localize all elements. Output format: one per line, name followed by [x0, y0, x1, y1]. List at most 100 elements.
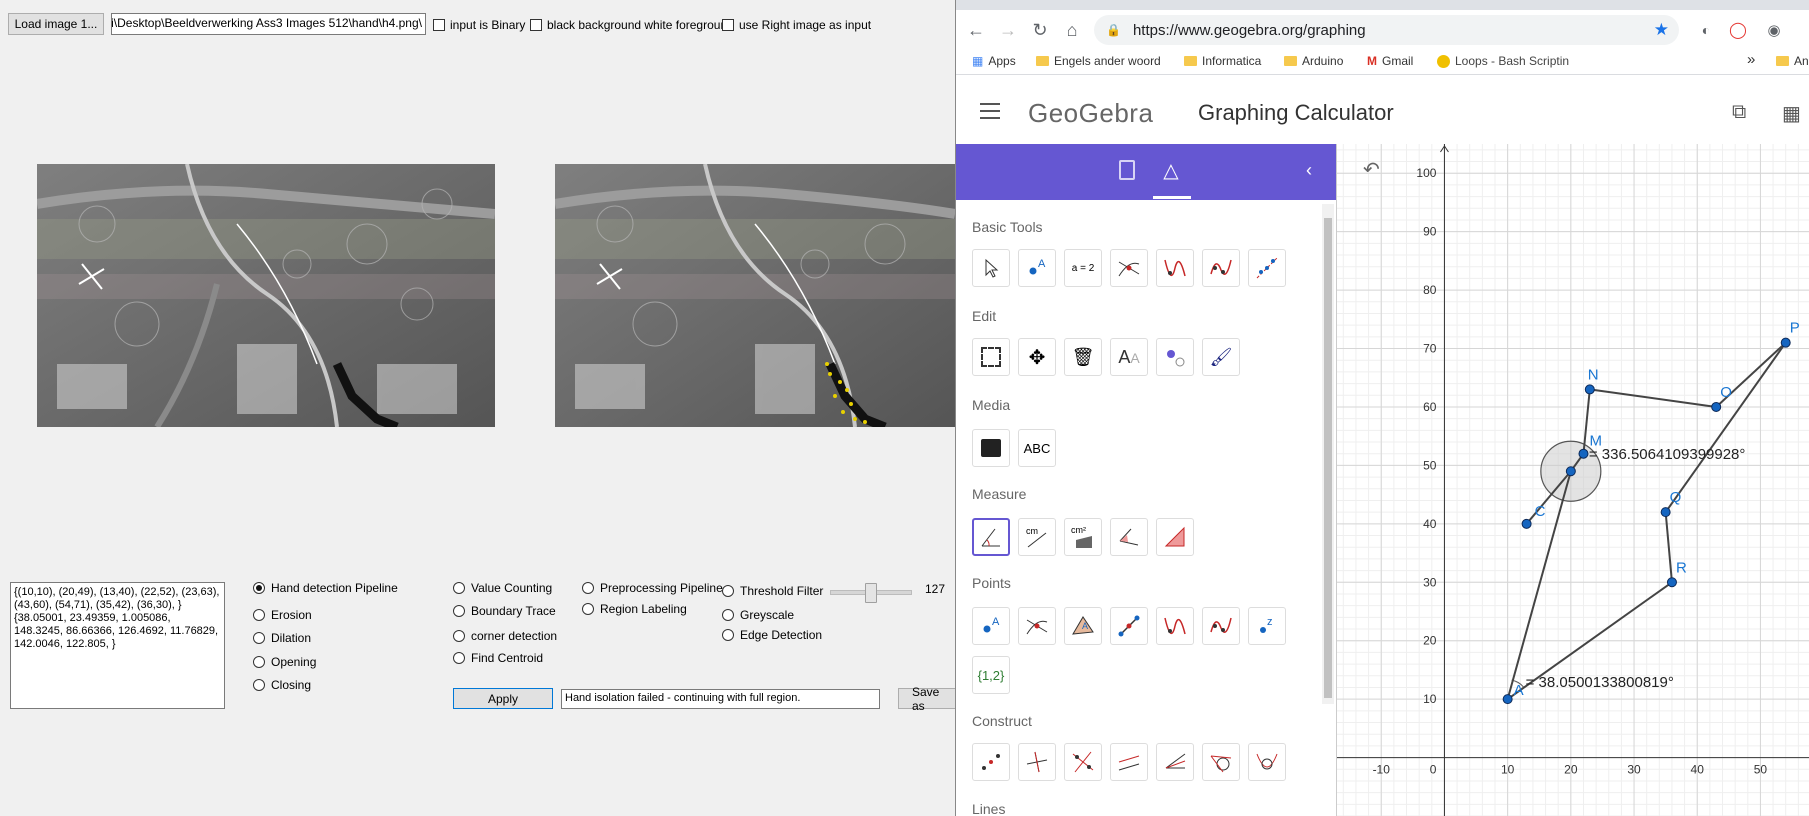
radio-erosion[interactable]: Erosion: [253, 608, 312, 622]
point-Q[interactable]: [1660, 507, 1671, 518]
radio-button[interactable]: [582, 603, 594, 615]
radio-button[interactable]: [253, 656, 265, 668]
angle-bisector-tool-icon[interactable]: [1156, 743, 1194, 781]
radio-hand-detection-pipeline[interactable]: Hand detection Pipeline: [253, 581, 398, 595]
graphics-view[interactable]: -10 10 20 30 40 50 0 10 20 30 40 50 60 70 80 90 100 A C M N O…: [1336, 144, 1809, 816]
intersect-tool-2-icon[interactable]: [1018, 607, 1056, 645]
reload-icon[interactable]: ↻: [1028, 18, 1052, 42]
coordinate-plot[interactable]: -10 10 20 30 40 500102030405060708090100ACMNO…: [1337, 144, 1809, 816]
radio-button[interactable]: [253, 609, 265, 621]
point-on-object-tool-icon[interactable]: A: [1064, 607, 1102, 645]
path-field[interactable]: \eempi\Desktop\Beeldverwerking Ass3 Imag…: [111, 13, 426, 35]
algebra-calculator-tab-icon[interactable]: [1119, 160, 1135, 180]
radio-preprocessing-pipeline[interactable]: Preprocessing Pipeline: [582, 581, 723, 595]
radio-closing[interactable]: Closing: [253, 678, 311, 692]
slider-thumb[interactable]: [865, 583, 877, 603]
point-tool-2-icon[interactable]: A: [972, 607, 1010, 645]
tools-scrollbar[interactable]: [1322, 204, 1334, 704]
checkbox-box[interactable]: [433, 19, 445, 31]
radio-button[interactable]: [253, 582, 265, 594]
radio-find-centroid[interactable]: Find Centroid: [453, 651, 543, 665]
bookmark-apps[interactable]: ▦ Apps: [972, 54, 1016, 68]
bookmark-arduino[interactable]: Arduino: [1284, 54, 1343, 68]
best-fit-line-tool-icon[interactable]: [1248, 249, 1286, 287]
roots-tool-icon[interactable]: [1202, 249, 1240, 287]
tools-tab-icon[interactable]: △: [1159, 158, 1183, 182]
black-background-checkbox[interactable]: black background white foreground: [530, 18, 734, 32]
angle-tool-icon[interactable]: [972, 518, 1010, 556]
radio-greyscale[interactable]: Greyscale: [722, 608, 794, 622]
tab-strip[interactable]: [956, 0, 1809, 10]
point-R[interactable]: [1666, 577, 1677, 588]
radio-value-counting[interactable]: Value Counting: [453, 581, 552, 595]
roots-tool-2-icon[interactable]: [1202, 607, 1240, 645]
angle-fixed-tool-icon[interactable]: [1110, 518, 1148, 556]
profile-icon[interactable]: ◉: [1762, 18, 1786, 42]
show-hide-tool-icon[interactable]: [1156, 338, 1194, 376]
midpoint-tool-icon[interactable]: [1110, 607, 1148, 645]
copy-style-tool-icon[interactable]: 🖌: [1202, 338, 1240, 376]
image-tool-icon[interactable]: [972, 429, 1010, 467]
radio-button[interactable]: [582, 582, 594, 594]
geogebra-logo[interactable]: GeoGebra: [1028, 98, 1153, 129]
text-style-tool-icon[interactable]: AA: [1110, 338, 1148, 376]
midpoint-center-tool-icon[interactable]: [972, 743, 1010, 781]
collapse-panel-icon[interactable]: ‹: [1306, 160, 1312, 181]
radio-region-labeling[interactable]: Region Labeling: [582, 602, 687, 616]
locus-tool-icon[interactable]: [1248, 743, 1286, 781]
intersect-tool-icon[interactable]: [1110, 249, 1148, 287]
segment-PQ[interactable]: [1664, 342, 1787, 513]
list-tool-icon[interactable]: {1,2}: [972, 656, 1010, 694]
address-bar[interactable]: 🔒 https://www.geogebra.org/graphing ★: [1094, 15, 1679, 45]
checkbox-box[interactable]: [722, 19, 734, 31]
radio-button[interactable]: [722, 609, 734, 621]
point-L[interactable]: [1565, 466, 1576, 477]
apps-menu-icon[interactable]: ▦: [1782, 101, 1801, 126]
use-right-image-checkbox[interactable]: use Right image as input: [722, 18, 871, 32]
threshold-slider[interactable]: [830, 582, 912, 606]
bookmark-engels[interactable]: Engels ander woord: [1036, 54, 1161, 68]
bookmarks-overflow-button[interactable]: »: [1747, 51, 1755, 68]
hamburger-menu-icon[interactable]: [980, 103, 1000, 119]
point-tool-icon[interactable]: A: [1018, 249, 1056, 287]
bookmark-other[interactable]: An: [1776, 54, 1809, 68]
radio-boundary-trace[interactable]: Boundary Trace: [453, 604, 556, 618]
area-tool-icon[interactable]: cm²: [1064, 518, 1102, 556]
point-M[interactable]: [1578, 448, 1589, 459]
forward-icon[interactable]: →: [996, 18, 1020, 42]
radio-button[interactable]: [722, 629, 734, 641]
apply-button[interactable]: Apply: [453, 688, 553, 709]
radio-button[interactable]: [453, 630, 465, 642]
radio-button[interactable]: [453, 652, 465, 664]
input-is-binary-checkbox[interactable]: input is Binary: [433, 18, 525, 32]
opera-extension-icon[interactable]: ◯: [1726, 18, 1750, 42]
select-objects-tool-icon[interactable]: [972, 338, 1010, 376]
extremum-tool-2-icon[interactable]: [1156, 607, 1194, 645]
radio-button[interactable]: [253, 679, 265, 691]
perpendicular-line-tool-icon[interactable]: [1018, 743, 1056, 781]
tangents-tool-icon[interactable]: [1202, 743, 1240, 781]
move-graphics-tool-icon[interactable]: ✥: [1018, 338, 1056, 376]
bookmark-informatica[interactable]: Informatica: [1184, 54, 1261, 68]
point-O[interactable]: [1711, 401, 1722, 412]
point-N[interactable]: [1584, 384, 1595, 395]
radio-opening[interactable]: Opening: [253, 655, 316, 669]
output-textbox[interactable]: {(10,10), (20,49), (13,40), (22,52), (23…: [10, 582, 225, 709]
undo-icon[interactable]: ↶: [1363, 157, 1380, 182]
bookmark-loops[interactable]: Loops - Bash Scriptin: [1437, 54, 1569, 68]
extremum-tool-icon[interactable]: [1156, 249, 1194, 287]
slope-tool-icon[interactable]: [1156, 518, 1194, 556]
slider-tool-icon[interactable]: a = 2: [1064, 249, 1102, 287]
point-A[interactable]: [1502, 694, 1513, 705]
parallel-line-tool-icon[interactable]: [1110, 743, 1148, 781]
move-tool-icon[interactable]: [972, 249, 1010, 287]
radio-button[interactable]: [253, 632, 265, 644]
point-P[interactable]: [1780, 337, 1791, 348]
bookmark-gmail[interactable]: M Gmail: [1367, 54, 1413, 68]
distance-tool-icon[interactable]: cm: [1018, 518, 1056, 556]
perpendicular-bisector-tool-icon[interactable]: [1064, 743, 1102, 781]
home-icon[interactable]: ⌂: [1060, 18, 1084, 42]
radio-edge-detection[interactable]: Edge Detection: [722, 628, 822, 642]
share-icon[interactable]: ⧉: [1732, 101, 1746, 124]
checkbox-box[interactable]: [530, 19, 542, 31]
